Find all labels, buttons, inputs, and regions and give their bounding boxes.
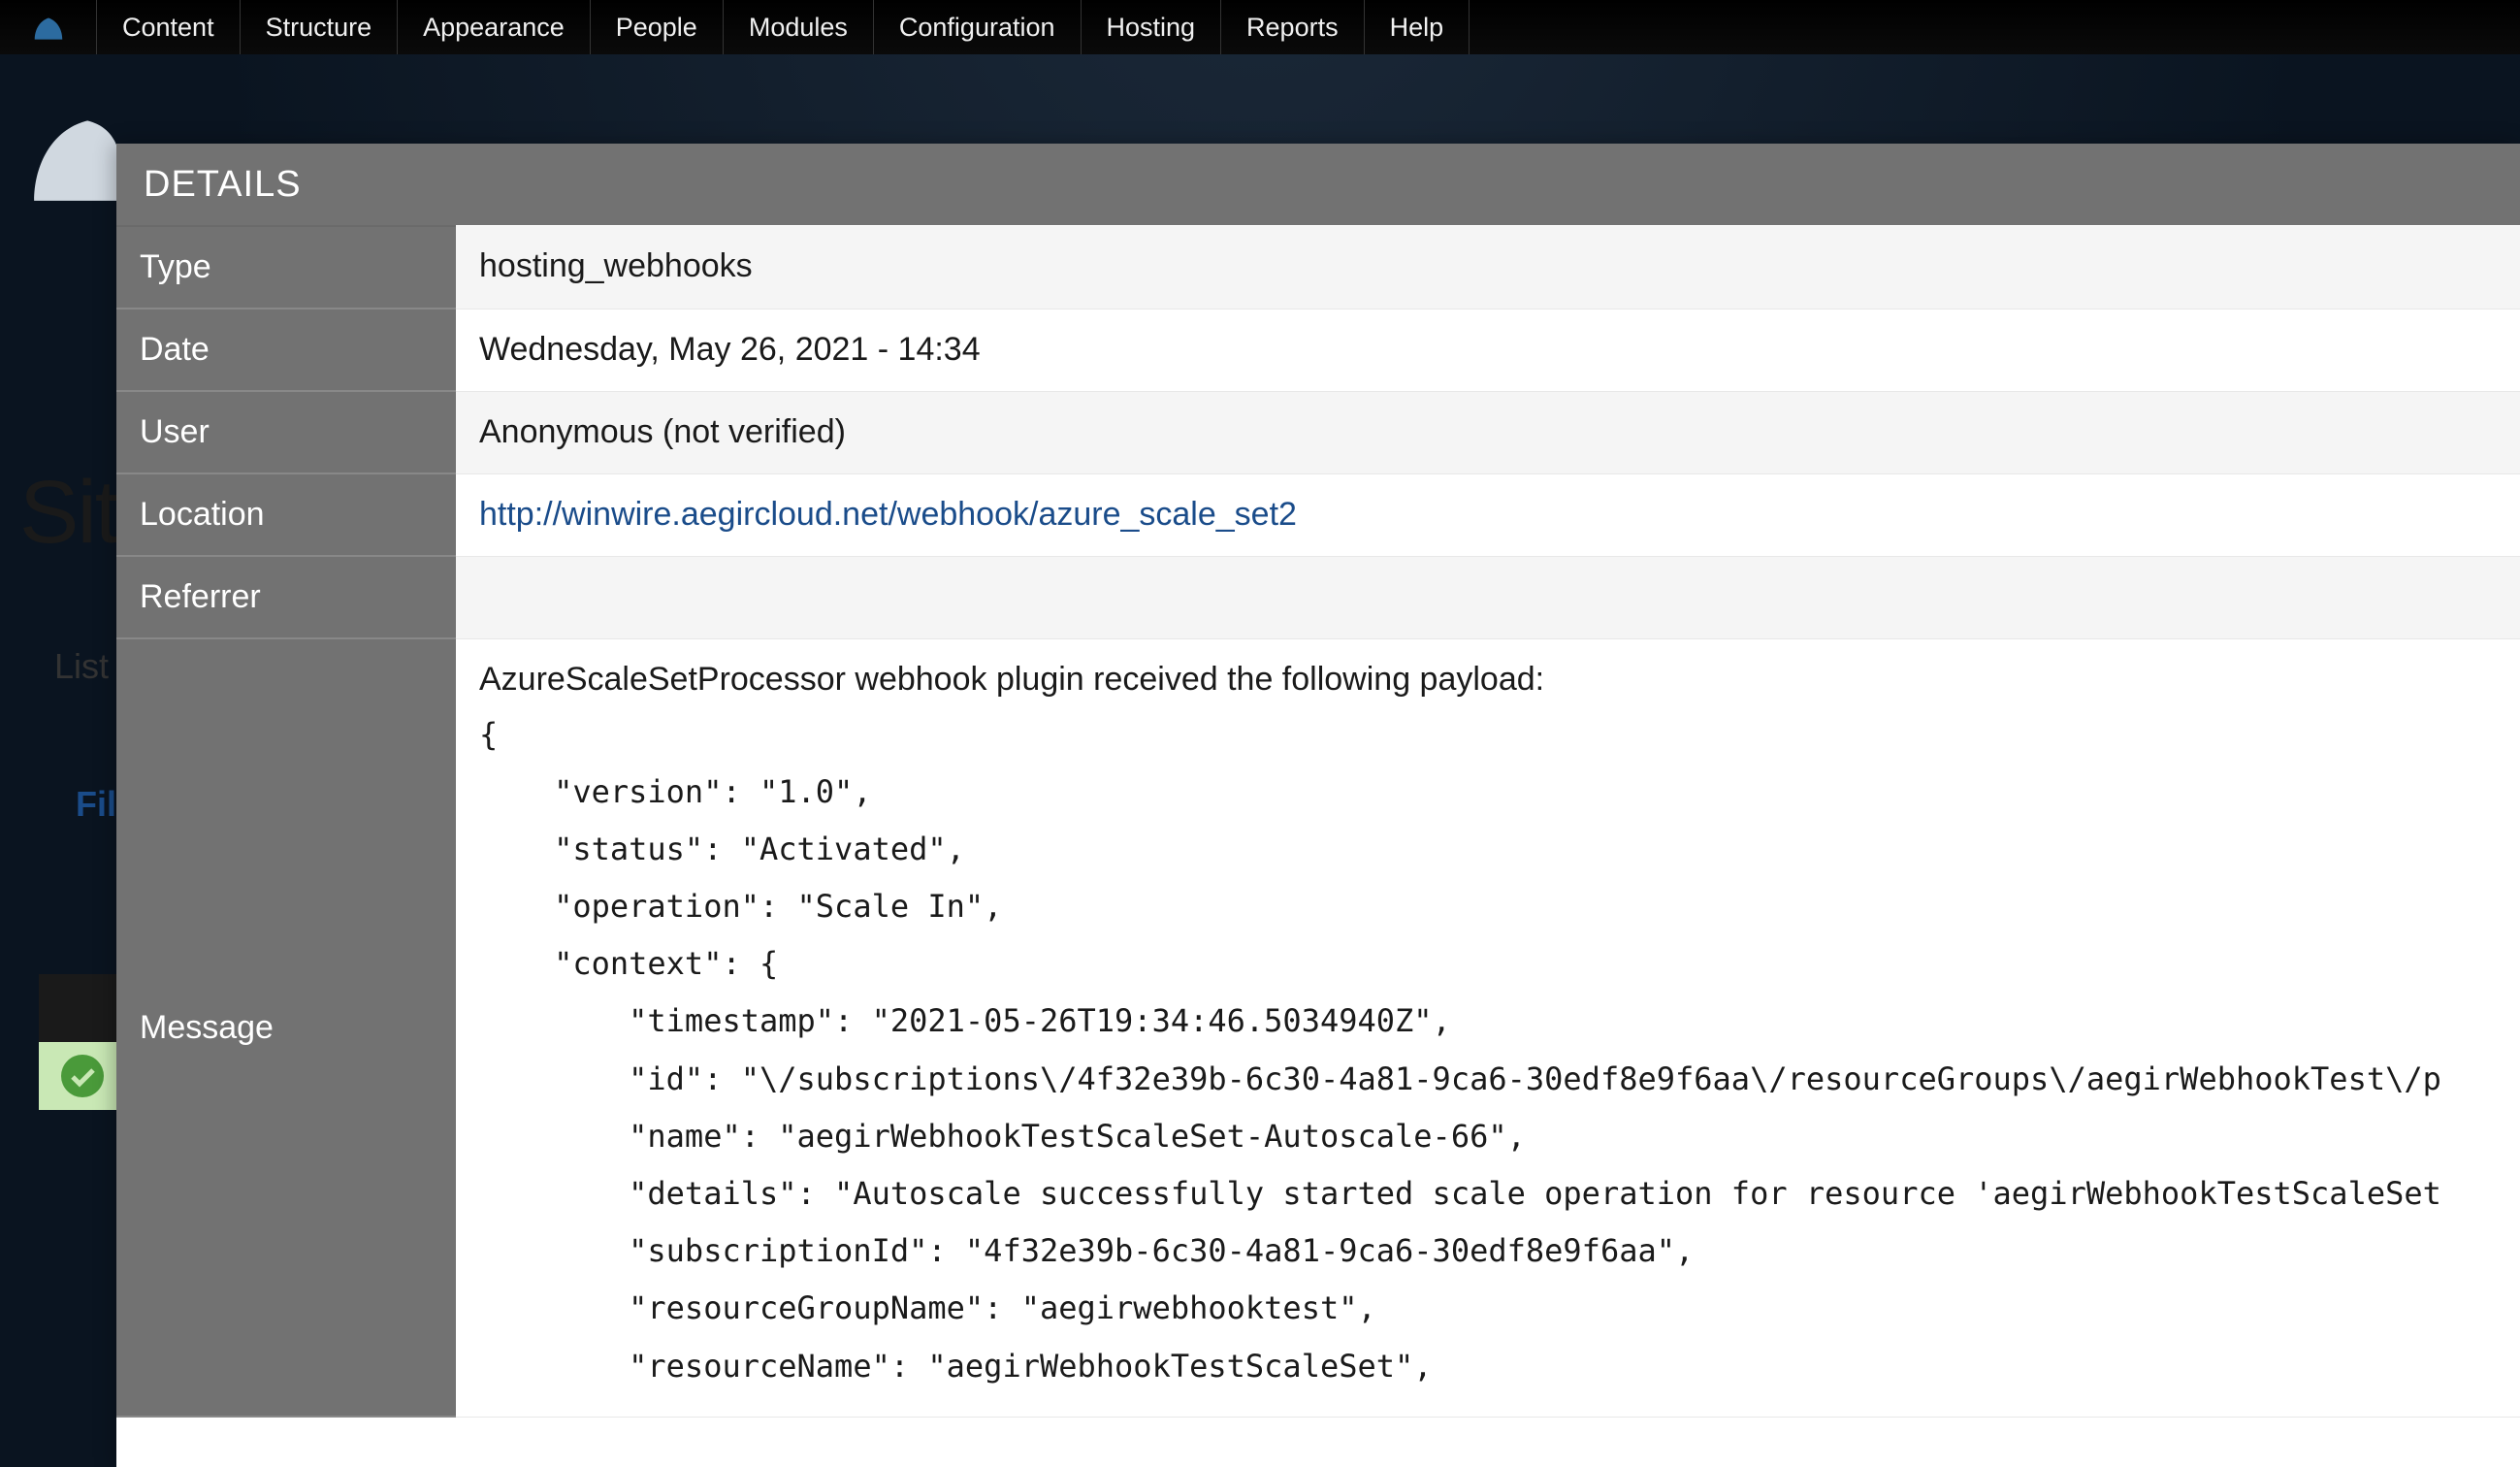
tab-list[interactable]: List — [54, 646, 109, 687]
overlay-heading: DETAILS — [116, 144, 2520, 225]
toolbar-content[interactable]: Content — [97, 0, 241, 54]
value-location: http://winwire.aegircloud.net/webhook/az… — [456, 473, 2520, 556]
label-user: User — [116, 391, 456, 473]
value-message: AzureScaleSetProcessor webhook plugin re… — [456, 638, 2520, 1417]
value-referrer — [456, 556, 2520, 638]
toolbar-label: Content — [122, 13, 214, 43]
label-location: Location — [116, 473, 456, 556]
row-referrer: Referrer — [116, 556, 2520, 638]
filter-label: Fil — [76, 784, 116, 825]
row-date: Date Wednesday, May 26, 2021 - 14:34 — [116, 309, 2520, 391]
row-type: Type hosting_webhooks — [116, 226, 2520, 309]
admin-toolbar: Content Structure Appearance People Modu… — [0, 0, 2520, 54]
toolbar-label: Appearance — [423, 13, 565, 43]
value-user: Anonymous (not verified) — [456, 391, 2520, 473]
toolbar-appearance[interactable]: Appearance — [398, 0, 591, 54]
toolbar-label: Modules — [749, 13, 848, 43]
toolbar-label: Configuration — [899, 13, 1055, 43]
message-intro: AzureScaleSetProcessor webhook plugin re… — [479, 661, 2497, 699]
toolbar-label: Structure — [266, 13, 372, 43]
toolbar-home-icon[interactable] — [0, 0, 97, 54]
status-success-icon — [39, 1042, 126, 1110]
page-title: Sit — [19, 462, 117, 564]
location-link[interactable]: http://winwire.aegircloud.net/webhook/az… — [479, 496, 1297, 533]
toolbar-label: Reports — [1246, 13, 1339, 43]
details-overlay: DETAILS Type hosting_webhooks Date Wedne… — [116, 144, 2520, 1467]
value-type: hosting_webhooks — [456, 226, 2520, 309]
toolbar-help[interactable]: Help — [1365, 0, 1470, 54]
toolbar-label: People — [616, 13, 697, 43]
message-payload: { "version": "1.0", "status": "Activated… — [479, 706, 2497, 1395]
value-date: Wednesday, May 26, 2021 - 14:34 — [456, 309, 2520, 391]
label-date: Date — [116, 309, 456, 391]
toolbar-structure[interactable]: Structure — [241, 0, 399, 54]
toolbar-hosting[interactable]: Hosting — [1082, 0, 1222, 54]
row-user: User Anonymous (not verified) — [116, 391, 2520, 473]
label-message: Message — [116, 638, 456, 1417]
label-type: Type — [116, 226, 456, 309]
row-message: Message AzureScaleSetProcessor webhook p… — [116, 638, 2520, 1417]
toolbar-people[interactable]: People — [591, 0, 724, 54]
row-location: Location http://winwire.aegircloud.net/w… — [116, 473, 2520, 556]
toolbar-label: Hosting — [1107, 13, 1196, 43]
details-table: Type hosting_webhooks Date Wednesday, Ma… — [116, 225, 2520, 1418]
toolbar-reports[interactable]: Reports — [1221, 0, 1365, 54]
toolbar-label: Help — [1390, 13, 1444, 43]
toolbar-modules[interactable]: Modules — [724, 0, 874, 54]
table-header-stub — [39, 974, 126, 1042]
toolbar-configuration[interactable]: Configuration — [874, 0, 1082, 54]
label-referrer: Referrer — [116, 556, 456, 638]
